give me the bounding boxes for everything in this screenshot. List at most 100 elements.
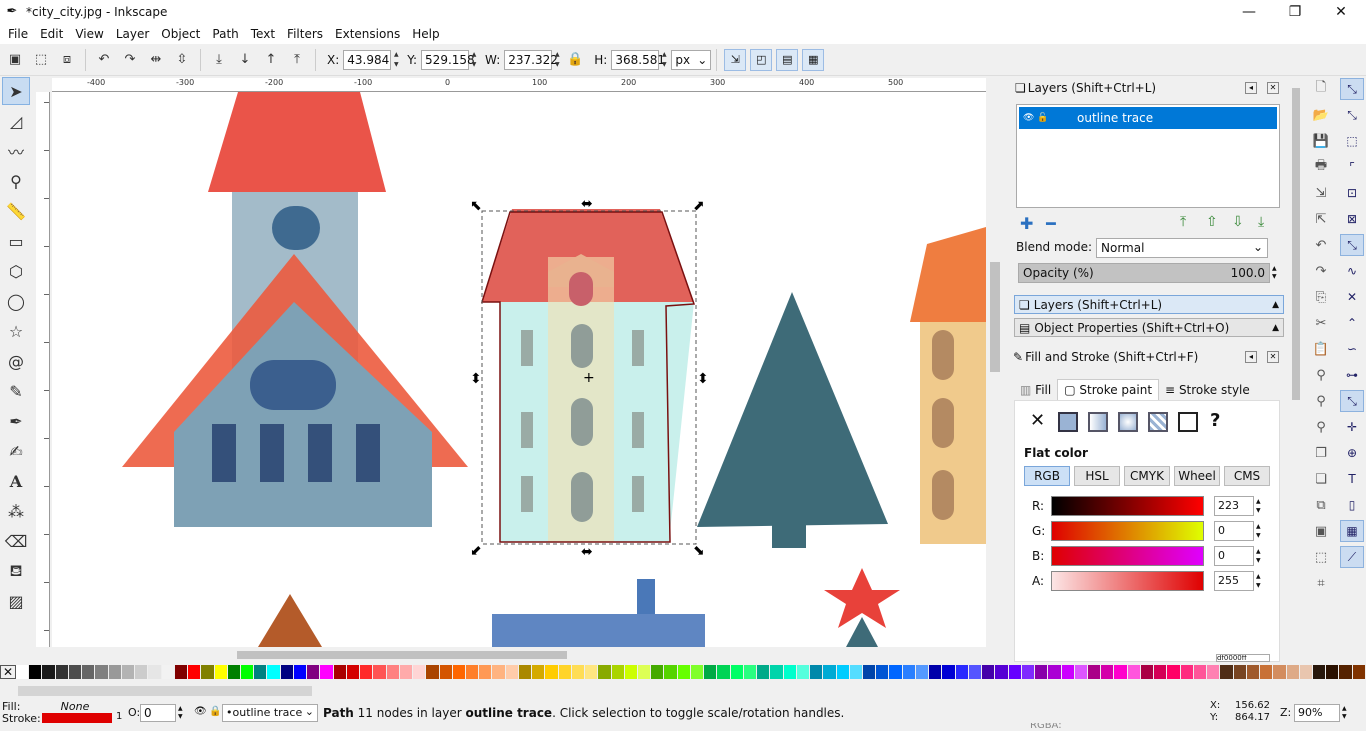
no-paint-swatch-icon[interactable]: ✕ (0, 665, 16, 679)
palette-swatch[interactable] (624, 665, 639, 679)
layer-to-top-icon[interactable]: ⤒ (1180, 214, 1186, 230)
opacity-spinner[interactable]: ▲ ▼ (1272, 265, 1277, 281)
gradient-tool-icon[interactable]: ▨ (2, 587, 30, 615)
palette-swatch[interactable] (968, 665, 983, 679)
scale-stroke-icon[interactable]: ⇲ (724, 48, 747, 71)
clone-icon[interactable]: ❏ (1310, 468, 1332, 490)
snap-text-baseline-icon[interactable]: T (1340, 468, 1364, 490)
menu-text[interactable]: Text (245, 27, 281, 41)
palette-swatch[interactable] (1193, 665, 1208, 679)
palette-swatch[interactable] (121, 665, 136, 679)
palette-swatch[interactable] (505, 665, 519, 679)
palette-swatch[interactable] (16, 665, 30, 679)
channel-value-g[interactable]: 0 (1214, 521, 1254, 541)
minimize-button[interactable]: — (1226, 0, 1272, 24)
x-field[interactable]: 43.984 (343, 49, 392, 70)
palette-swatch[interactable] (1035, 665, 1049, 679)
palette-swatch[interactable] (889, 665, 903, 679)
remove-layer-icon[interactable]: ━ (1046, 214, 1056, 233)
menu-help[interactable]: Help (406, 27, 445, 41)
deselect-icon[interactable]: ⧈ (56, 49, 78, 71)
flip-vertical-icon[interactable]: ⇳ (171, 49, 193, 71)
menu-edit[interactable]: Edit (34, 27, 69, 41)
import-icon[interactable]: ⇲ (1310, 182, 1332, 204)
layers-tab-bar[interactable]: ❏ Layers (Shift+Ctrl+L) ▲ (1014, 295, 1284, 314)
raise-to-top-icon[interactable]: ⤒ (286, 49, 308, 71)
h-field[interactable]: 368.581 (611, 49, 665, 70)
group-icon[interactable]: ▣ (1310, 520, 1332, 542)
palette-swatch[interactable] (598, 665, 612, 679)
layer-raise-icon[interactable]: ⇧ (1206, 214, 1218, 230)
palette-swatch[interactable] (1233, 665, 1247, 679)
palette-swatch[interactable] (1127, 665, 1141, 679)
channel-slider-b[interactable] (1051, 546, 1204, 566)
menu-extensions[interactable]: Extensions (329, 27, 406, 41)
channel-value-r[interactable]: 223 (1214, 496, 1254, 516)
spiral-tool-icon[interactable]: @ (2, 347, 30, 375)
palette-swatch[interactable] (240, 665, 255, 679)
scrollbar-thumb[interactable] (990, 262, 1000, 372)
snap-path-icon[interactable]: ∿ (1340, 260, 1364, 282)
close-button[interactable]: ✕ (1318, 0, 1364, 24)
zoom-page-icon[interactable]: ⚲ (1310, 416, 1332, 438)
palette-swatch[interactable] (227, 665, 241, 679)
palette-swatch[interactable] (651, 665, 665, 679)
palette-swatch[interactable] (810, 665, 824, 679)
palette-swatch[interactable] (82, 665, 96, 679)
palette-swatch[interactable] (823, 665, 837, 679)
channel-spinner[interactable]: ▲ ▼ (1256, 522, 1261, 540)
tab-stroke-paint[interactable]: ▢ Stroke paint (1057, 379, 1160, 400)
calligraphy-tool-icon[interactable]: ✍ (2, 437, 30, 465)
palette-swatch[interactable] (479, 665, 493, 679)
save-icon[interactable]: 💾 (1310, 130, 1332, 152)
palette-swatch[interactable] (201, 665, 215, 679)
palette-swatch[interactable] (386, 665, 400, 679)
layer-to-bottom-icon[interactable]: ⤓ (1258, 214, 1264, 230)
paint-bucket-tool-icon[interactable]: ⛾ (2, 557, 30, 585)
copy-icon[interactable]: ⎘ (1310, 286, 1332, 308)
palette-swatch[interactable] (1180, 665, 1194, 679)
channel-spinner[interactable]: ▲ ▼ (1256, 547, 1261, 565)
palette-swatch[interactable] (214, 665, 228, 679)
menu-layer[interactable]: Layer (110, 27, 155, 41)
palette-swatch[interactable] (955, 665, 969, 679)
palette-swatch[interactable] (135, 665, 149, 679)
zoom-tool-icon[interactable]: ⚲ (2, 167, 30, 195)
duplicate-icon[interactable]: ❐ (1310, 442, 1332, 464)
lower-to-bottom-icon[interactable]: ⤓ (208, 49, 230, 71)
layer-name[interactable]: outline trace (1077, 111, 1153, 125)
palette-swatch[interactable] (690, 665, 705, 679)
w-field[interactable]: 237.322 (504, 49, 558, 70)
palette-swatch[interactable] (518, 665, 533, 679)
palette-swatch[interactable] (307, 665, 321, 679)
palette-swatch[interactable] (1140, 665, 1155, 679)
palette-swatch[interactable] (995, 665, 1009, 679)
palette-swatch[interactable] (1074, 665, 1088, 679)
palette-swatch[interactable] (1260, 665, 1274, 679)
opacity-spinner[interactable]: ▲ ▼ (178, 705, 183, 721)
palette-swatch[interactable] (1286, 665, 1300, 679)
palette-swatch[interactable] (942, 665, 956, 679)
object-properties-bar[interactable]: ▤ Object Properties (Shift+Ctrl+O) ▲ (1014, 318, 1284, 337)
menu-filters[interactable]: Filters (281, 27, 329, 41)
palette-swatch[interactable] (545, 665, 559, 679)
zoom-drawing-icon[interactable]: ⚲ (1310, 390, 1332, 412)
palette-swatch[interactable] (161, 665, 175, 679)
redo-icon[interactable]: ↷ (1310, 260, 1332, 282)
palette-swatch[interactable] (611, 665, 625, 679)
palette-swatch[interactable] (585, 665, 599, 679)
selector-tool-icon[interactable]: ➤ (2, 77, 30, 105)
select-all-layers-icon[interactable]: ⬚ (30, 49, 52, 71)
h-spinner[interactable]: ▲ ▼ (659, 50, 669, 70)
palette-swatch[interactable] (1246, 665, 1261, 679)
palette-swatch[interactable] (373, 665, 387, 679)
w-spinner[interactable]: ▲ ▼ (552, 50, 562, 70)
palette-swatch[interactable] (293, 665, 308, 679)
layer-row[interactable]: 👁 🔓 outline trace (1019, 107, 1277, 129)
scrollbar-thumb[interactable] (237, 651, 567, 659)
pencil-tool-icon[interactable]: ✎ (2, 377, 30, 405)
eraser-tool-icon[interactable]: ⌫ (2, 527, 30, 555)
snap-intersection-icon[interactable]: ✕ (1340, 286, 1364, 308)
lock-icon[interactable]: 🔒 (564, 49, 586, 71)
zoom-field[interactable]: 90% (1294, 704, 1340, 722)
